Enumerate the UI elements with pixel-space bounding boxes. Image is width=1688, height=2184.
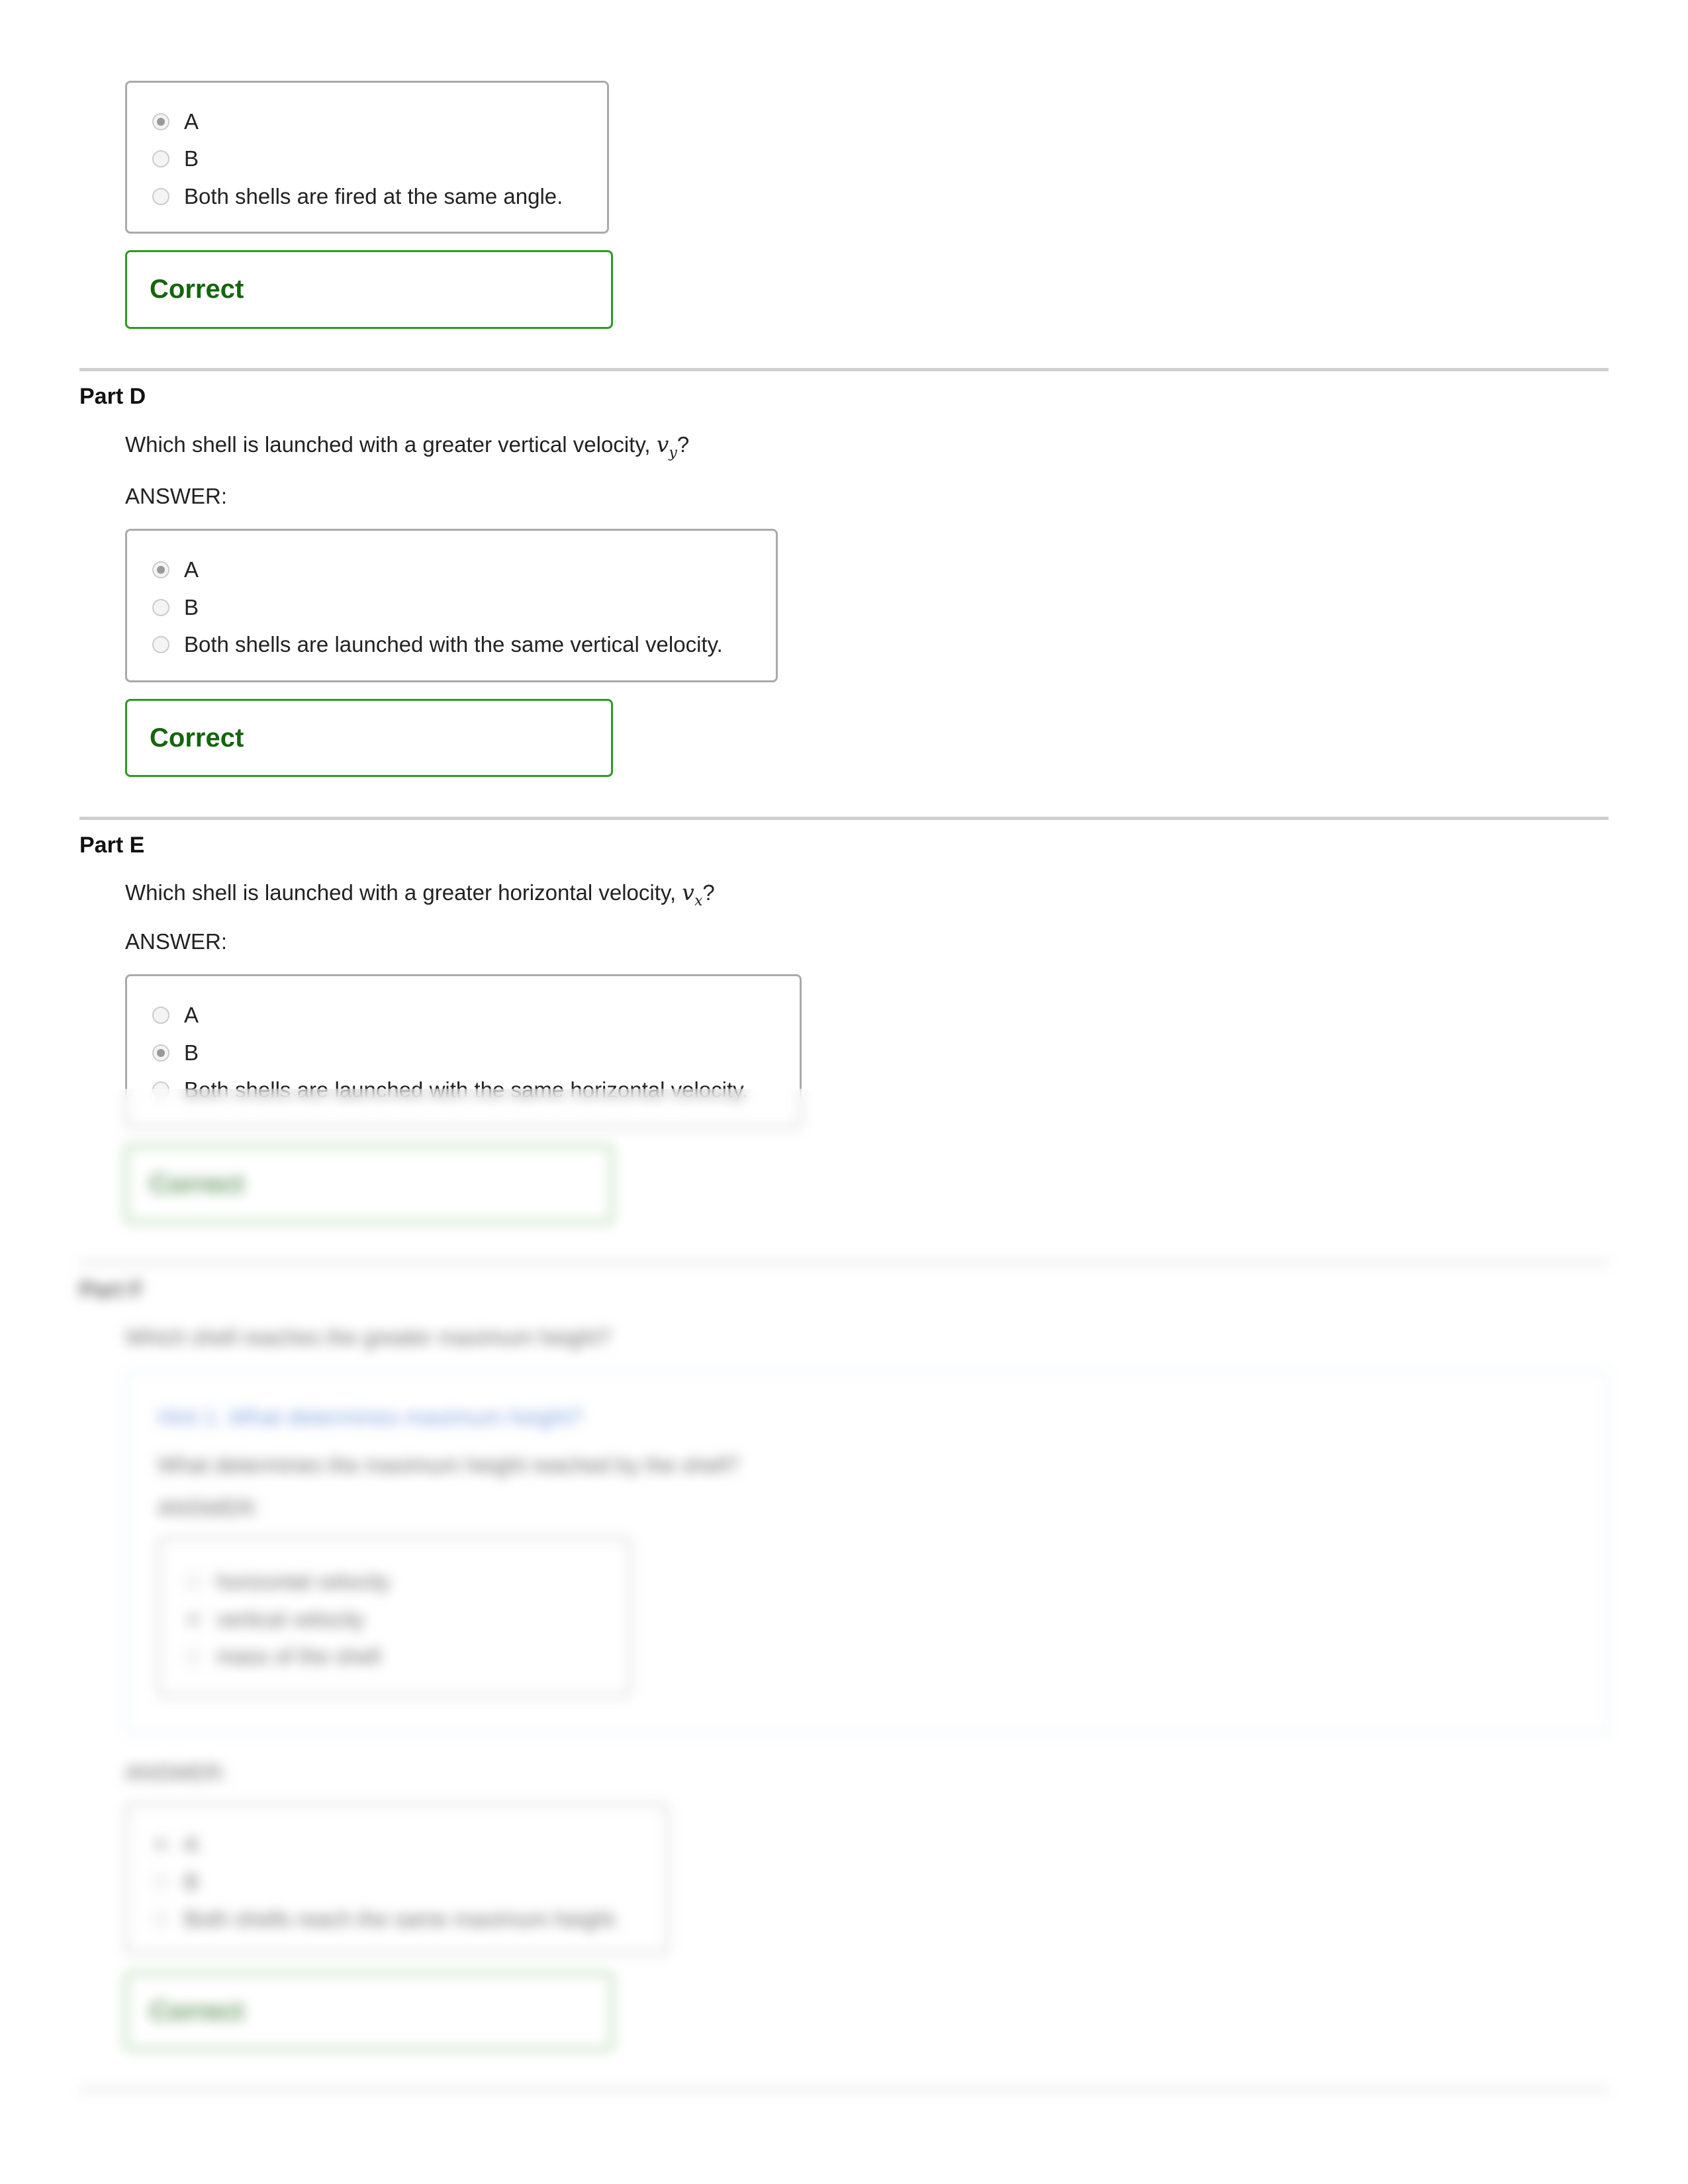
- part-d-answer-box: A B Both shells are launched with the sa…: [125, 529, 778, 682]
- radio-button[interactable]: [152, 599, 169, 616]
- feedback-correct: Correct: [125, 250, 613, 329]
- question: Which shell is launched with a greater v…: [125, 432, 689, 461]
- option-label: A: [184, 109, 199, 134]
- feedback-correct: Correct: [125, 699, 613, 777]
- blur-overlay: [0, 1089, 1688, 2184]
- option-label: B: [184, 595, 199, 619]
- part-title: Part E: [79, 833, 145, 858]
- option-label: A: [184, 557, 199, 582]
- radio-button[interactable]: [152, 188, 169, 205]
- option-label: A: [184, 1003, 199, 1027]
- radio-button[interactable]: [152, 636, 169, 653]
- radio-button-selected[interactable]: [152, 561, 169, 578]
- question-mark: ?: [677, 432, 690, 457]
- math-var: v: [656, 432, 669, 457]
- option-b[interactable]: B: [152, 595, 199, 620]
- question: Which shell is launched with a greater h…: [125, 880, 715, 909]
- option-label: Both shells are fired at the same angle.: [184, 184, 563, 208]
- answer-label: ANSWER:: [125, 484, 228, 508]
- question-text: Which shell is launched with a greater h…: [125, 880, 682, 905]
- math-sub: y: [669, 444, 677, 461]
- option-both[interactable]: Both shells are fired at the same angle.: [152, 184, 563, 209]
- option-a[interactable]: A: [152, 1003, 199, 1028]
- feedback-text: Correct: [150, 275, 244, 304]
- option-a[interactable]: A: [152, 557, 199, 582]
- divider: [79, 817, 1609, 820]
- feedback-text: Correct: [150, 723, 244, 752]
- question-mark: ?: [702, 880, 715, 905]
- option-both[interactable]: Both shells are launched with the same v…: [152, 632, 723, 657]
- question-text: Which shell is launched with a greater v…: [125, 432, 657, 457]
- radio-button-selected[interactable]: [152, 1044, 169, 1062]
- answer-label: ANSWER:: [125, 929, 228, 954]
- part-c-answer-box: A B Both shells are fired at the same an…: [125, 81, 609, 234]
- option-label: Both shells are launched with the same v…: [184, 632, 723, 657]
- radio-button-selected[interactable]: [152, 113, 169, 130]
- option-a[interactable]: A: [152, 109, 199, 134]
- option-label: B: [184, 146, 199, 171]
- option-b[interactable]: B: [152, 146, 199, 171]
- radio-button[interactable]: [152, 150, 169, 167]
- radio-button[interactable]: [152, 1007, 169, 1024]
- option-b[interactable]: B: [152, 1040, 199, 1066]
- option-label: B: [184, 1040, 199, 1065]
- math-sub: x: [694, 892, 703, 909]
- divider: [79, 368, 1609, 371]
- math-var: v: [682, 880, 694, 905]
- part-title: Part D: [79, 384, 146, 409]
